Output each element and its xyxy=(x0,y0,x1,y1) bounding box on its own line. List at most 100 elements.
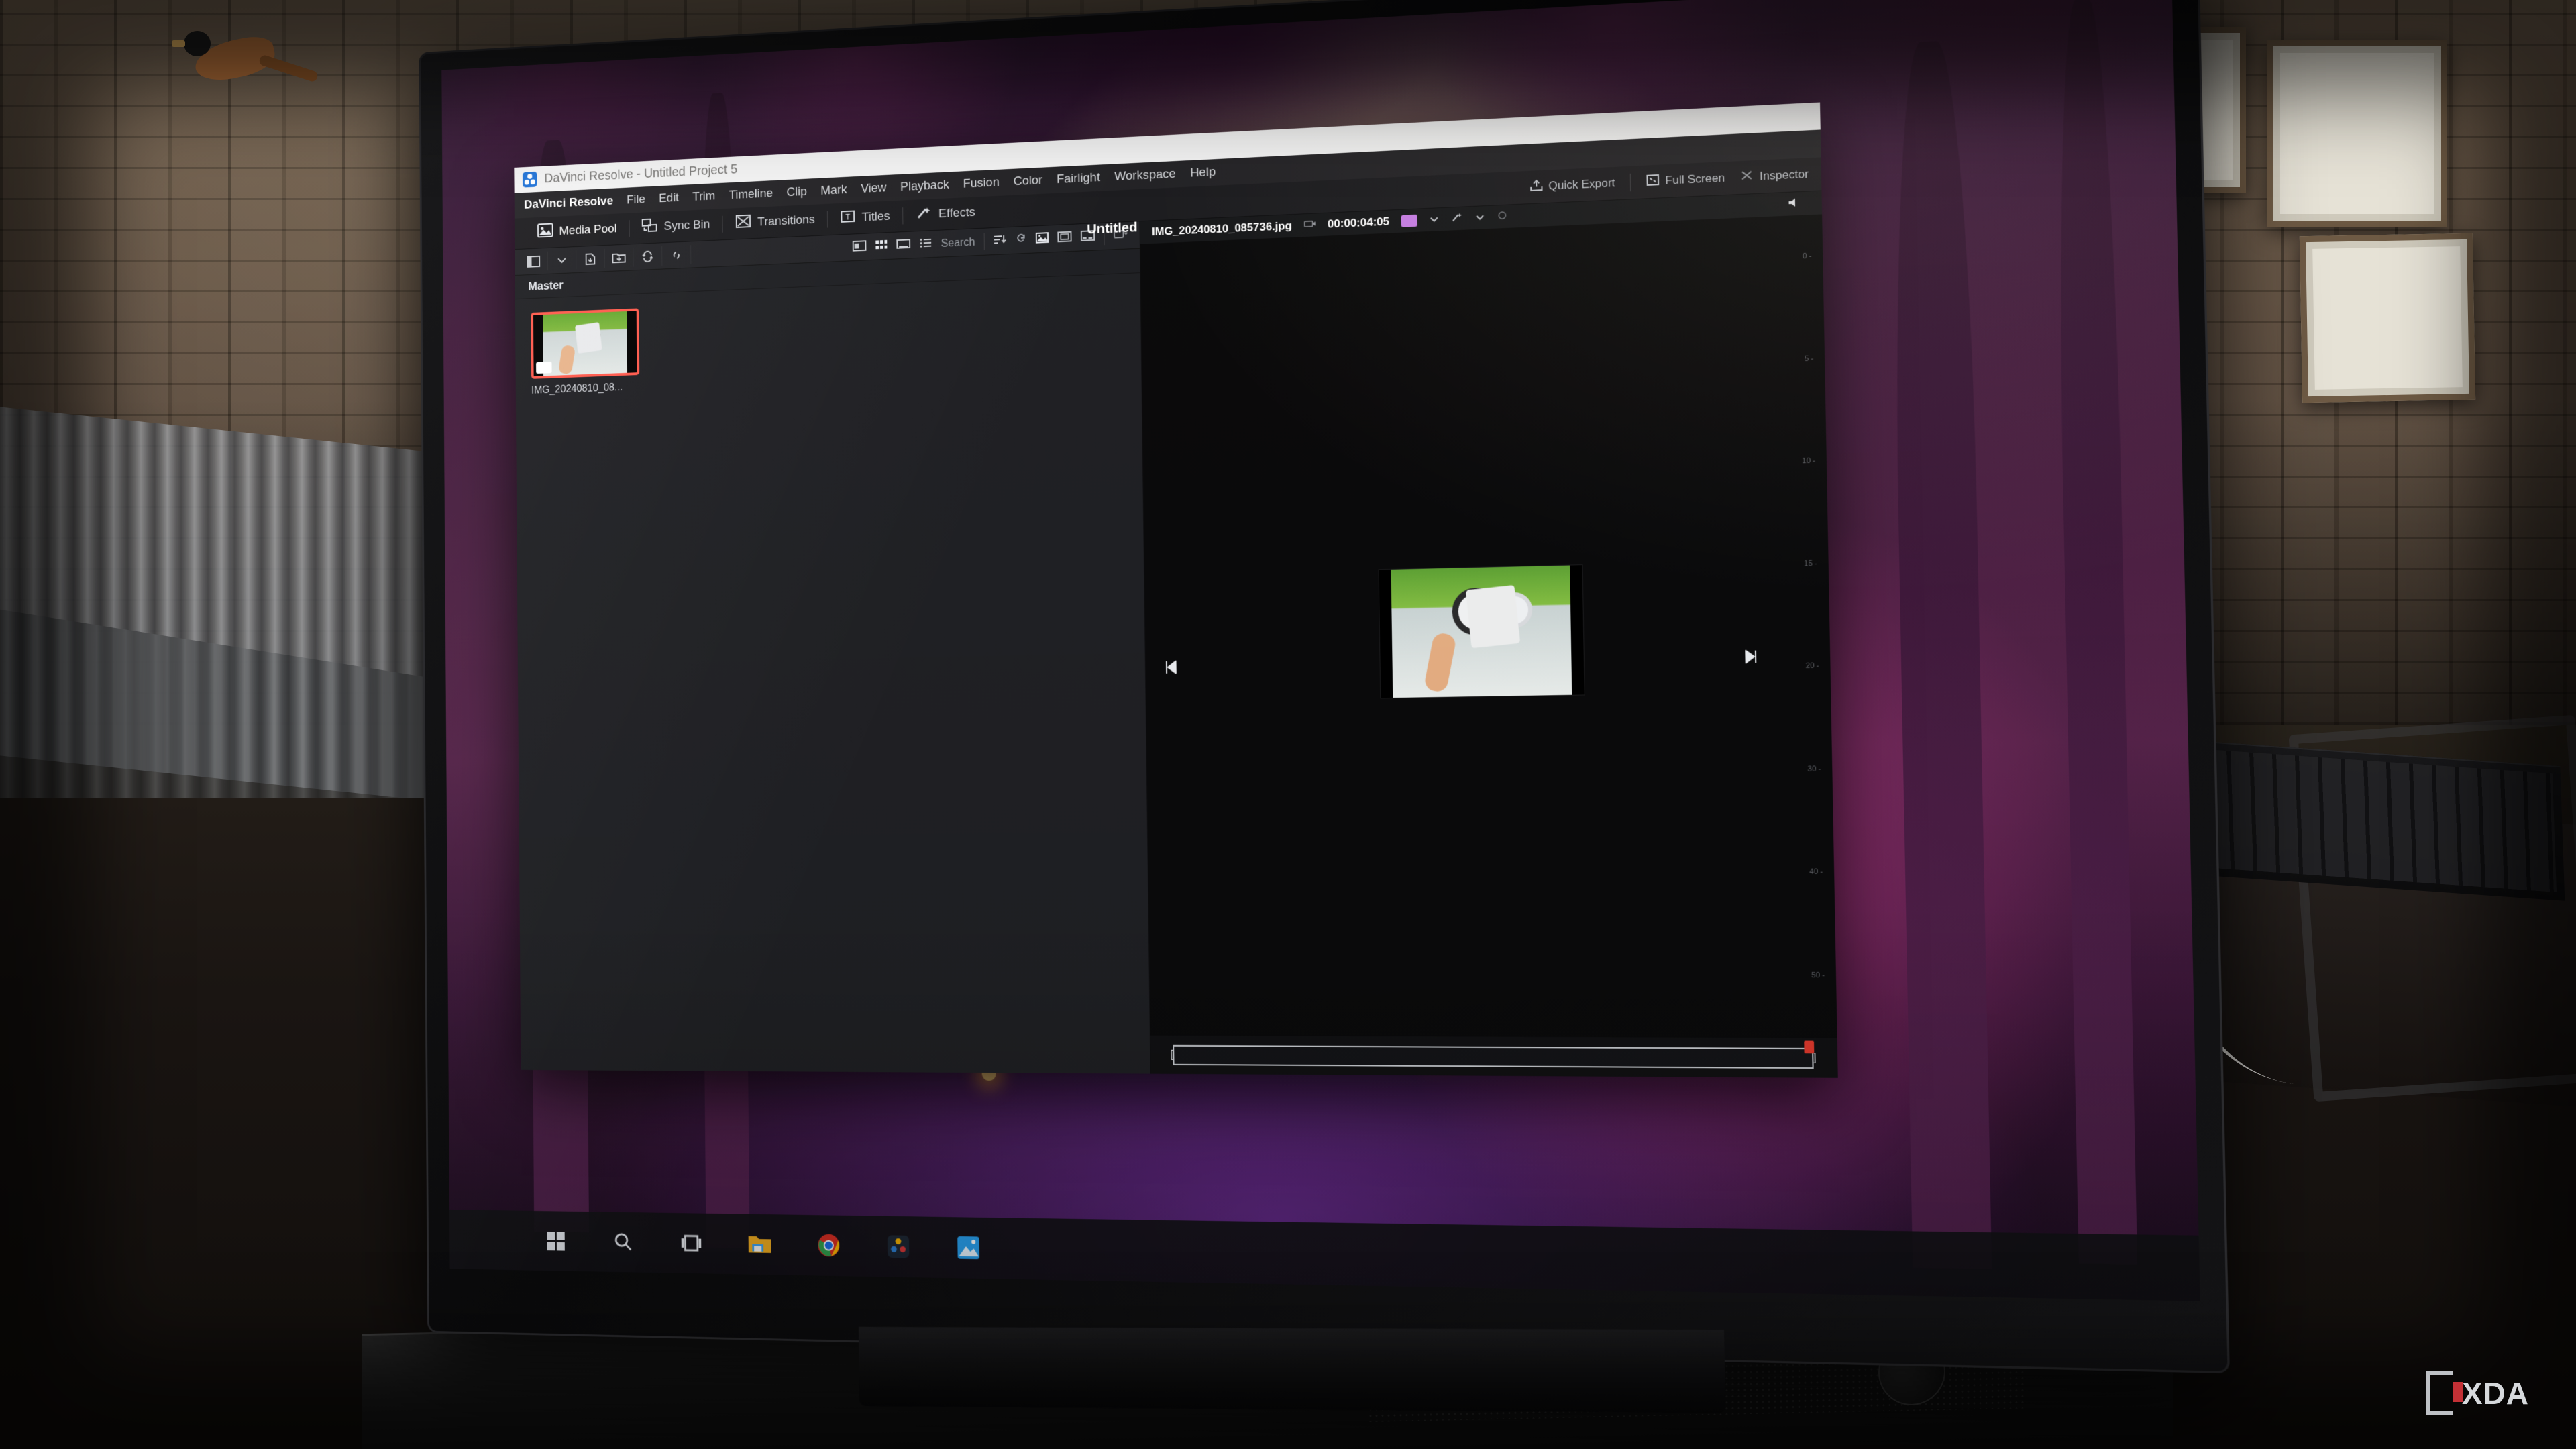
sync-clips-icon[interactable] xyxy=(633,246,663,267)
viewer-canvas[interactable]: 0 - 5 - 10 - 15 - 20 - 30 - 40 - 50 - xyxy=(1140,214,1837,1038)
letterbox-right xyxy=(627,311,637,373)
photo-scene: DaVinci Resolve - Untitled Project 5 DaV… xyxy=(0,0,2576,1449)
audio-meter-tick: 15 - xyxy=(1803,559,1817,568)
bird-picture-frame xyxy=(2299,233,2476,403)
titles-icon: T xyxy=(841,209,856,228)
viewer-duration: 00:00:04:05 xyxy=(1327,215,1390,231)
inspector-icon xyxy=(1740,169,1754,185)
toggle-sidebar-icon[interactable] xyxy=(519,251,548,272)
tool-sync-bin[interactable]: Sync Bin xyxy=(629,209,722,244)
scrubber-playhead[interactable] xyxy=(1803,1040,1814,1054)
chrome-icon[interactable] xyxy=(812,1228,845,1263)
tool-strip-right: Quick Export Full Screen Inspector xyxy=(1529,166,1809,197)
main-body: Search Master IMG_20240810_08... IMG_202… xyxy=(515,191,1838,1078)
effects-icon xyxy=(916,205,932,224)
sync-bin-icon xyxy=(642,218,658,237)
menu-item-fusion[interactable]: Fusion xyxy=(956,172,1006,195)
audio-meter-tick: 10 - xyxy=(1802,456,1816,466)
audio-meter: 0 - 5 - 10 - 15 - 20 - 30 - 40 - 50 - xyxy=(1769,242,1829,989)
quick-export-button[interactable]: Quick Export xyxy=(1529,175,1615,195)
scrubber-track[interactable] xyxy=(1173,1040,1814,1069)
audio-meter-tick: 50 - xyxy=(1811,971,1825,980)
import-folder-icon[interactable] xyxy=(604,247,634,268)
fullscreen-icon xyxy=(1646,173,1660,189)
filmstrip-toggle-icon[interactable] xyxy=(1057,231,1071,246)
tool-transitions-label: Transitions xyxy=(757,213,815,229)
menu-item-edit[interactable]: Edit xyxy=(652,188,686,209)
menu-item-view[interactable]: View xyxy=(854,178,894,199)
sort-order-icon[interactable] xyxy=(994,233,1006,248)
divider xyxy=(1629,173,1631,192)
image-thumb-toggle-icon[interactable] xyxy=(1036,232,1049,246)
file-explorer-icon[interactable] xyxy=(743,1227,776,1262)
menu-item-color[interactable]: Color xyxy=(1006,170,1050,192)
viewer-video-frame xyxy=(1378,564,1585,699)
audio-meter-tick: 30 - xyxy=(1807,765,1821,773)
effects-icon[interactable] xyxy=(1451,212,1463,226)
tool-effects[interactable]: Effects xyxy=(903,197,988,232)
clip-type-icon xyxy=(1303,218,1316,232)
menu-item-file[interactable]: File xyxy=(620,190,652,211)
menu-item-workspace[interactable]: Workspace xyxy=(1107,164,1183,187)
menu-item-trim[interactable]: Trim xyxy=(686,186,722,207)
tool-media-pool-label: Media Pool xyxy=(559,221,617,238)
clip-name-label: IMG_20240810_08... xyxy=(531,382,623,396)
bird-picture-frame xyxy=(2267,40,2447,227)
mark-in-icon[interactable] xyxy=(1163,659,1179,680)
chevron-down-icon[interactable] xyxy=(1430,213,1439,227)
app-logo-icon xyxy=(522,171,537,188)
import-media-icon[interactable] xyxy=(576,248,605,270)
mark-out-icon[interactable] xyxy=(1743,648,1760,669)
full-screen-label: Full Screen xyxy=(1665,171,1725,187)
photos-icon[interactable] xyxy=(952,1230,985,1265)
unlink-icon[interactable] xyxy=(662,245,692,266)
filmstrip-view-icon[interactable] xyxy=(896,238,910,252)
search-icon[interactable] xyxy=(607,1225,639,1259)
monitor-stand xyxy=(858,1326,1726,1413)
start-button[interactable] xyxy=(540,1224,572,1258)
out-point-handle[interactable]: ] xyxy=(1813,1052,1817,1065)
tool-transitions[interactable]: Transitions xyxy=(722,204,827,239)
tool-sync-bin-label: Sync Bin xyxy=(663,217,710,233)
audio-meter-tick: 20 - xyxy=(1805,661,1819,671)
media-pool-grid: IMG_20240810_08... xyxy=(515,273,1150,1074)
tool-media-pool[interactable]: Media Pool xyxy=(525,213,629,249)
tool-effects-label: Effects xyxy=(938,205,975,221)
gpu-detail xyxy=(575,322,602,354)
viewer-scrubber[interactable]: [ ] xyxy=(1150,1035,1838,1078)
task-view-icon[interactable] xyxy=(675,1226,707,1260)
menu-item-clip[interactable]: Clip xyxy=(780,182,814,203)
thumbnail-view-icon[interactable] xyxy=(853,240,867,254)
tool-titles[interactable]: T Titles xyxy=(828,201,903,235)
menu-item-fairlight[interactable]: Fairlight xyxy=(1049,168,1107,191)
menu-item-timeline[interactable]: Timeline xyxy=(722,183,780,205)
audio-meter-tick: 40 - xyxy=(1809,867,1823,877)
menu-item-help[interactable]: Help xyxy=(1183,162,1223,184)
audio-meter-tick: 5 - xyxy=(1804,354,1814,363)
menu-item-mark[interactable]: Mark xyxy=(814,180,854,201)
transform-icon[interactable] xyxy=(1497,210,1507,224)
speaker-icon[interactable] xyxy=(1786,195,1809,212)
clip-thumbnail[interactable] xyxy=(531,308,640,379)
list-view-icon[interactable] xyxy=(919,237,932,251)
menu-item-playback[interactable]: Playback xyxy=(894,175,957,198)
inspector-button[interactable]: Inspector xyxy=(1740,166,1809,185)
svg-text:T: T xyxy=(846,213,851,221)
full-screen-button[interactable]: Full Screen xyxy=(1646,170,1725,190)
divider xyxy=(983,233,985,250)
xda-watermark: XDA xyxy=(2425,1371,2529,1415)
chevron-down-icon[interactable] xyxy=(547,250,577,271)
search-input[interactable]: Search xyxy=(941,235,975,250)
window-title: DaVinci Resolve - Untitled Project 5 xyxy=(544,162,738,186)
viewer-panel: IMG_20240810_085736.jpg 00:00:04:05 0 - … xyxy=(1140,191,1838,1078)
menu-item-davinci-resolve[interactable]: DaVinci Resolve xyxy=(521,191,620,215)
media-clip-item[interactable]: IMG_20240810_08... xyxy=(531,308,640,397)
video-badge-icon xyxy=(536,361,552,374)
inspector-label: Inspector xyxy=(1759,167,1809,183)
color-tag-chip[interactable] xyxy=(1401,214,1418,227)
chevron-down-icon[interactable] xyxy=(1475,211,1485,225)
grid-view-icon[interactable] xyxy=(875,239,888,253)
refresh-icon[interactable] xyxy=(1015,233,1026,247)
davinci-resolve-window: DaVinci Resolve - Untitled Project 5 DaV… xyxy=(514,102,1838,1078)
davinci-resolve-icon[interactable] xyxy=(881,1229,915,1264)
